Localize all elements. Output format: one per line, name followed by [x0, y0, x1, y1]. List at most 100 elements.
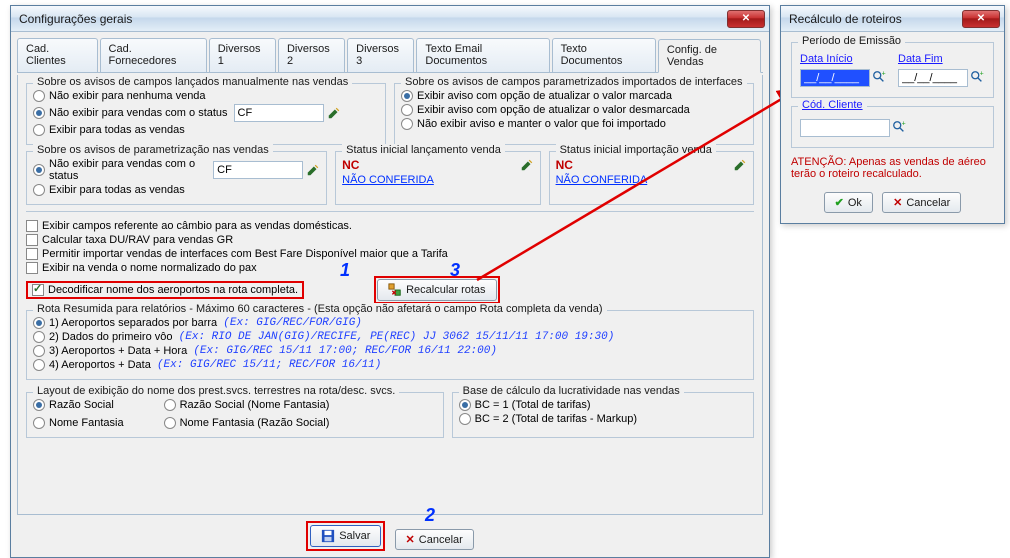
radio-layout-3[interactable] — [164, 399, 176, 411]
radio-label: 4) Aeroportos + Data — [49, 359, 151, 371]
avisos-param-legend: Sobre os avisos de parametrização nas ve… — [33, 144, 273, 156]
cod-cliente-label[interactable]: Cód. Cliente — [798, 99, 867, 111]
recalcular-rotas-button[interactable]: Recalcular rotas — [377, 279, 496, 301]
check-durav[interactable] — [26, 234, 38, 246]
tab-config-vendas[interactable]: Config. de Vendas — [658, 39, 761, 73]
cliente-group: Cód. Cliente + — [791, 106, 994, 148]
cancel-button[interactable]: ✕ Cancelar — [395, 529, 474, 550]
warning-text: ATENÇÃO: Apenas as vendas de aéreo terão… — [791, 156, 994, 180]
radio-base-2[interactable] — [459, 413, 471, 425]
radio-label: Razão Social — [49, 399, 114, 411]
close-icon[interactable]: ✕ — [727, 10, 765, 28]
check-icon: ✔ — [835, 196, 844, 209]
periodo-group: Período de Emissão Data Início + Data Fi… — [791, 42, 994, 98]
edit-icon[interactable] — [733, 158, 747, 172]
radio-int-opt3[interactable] — [401, 118, 413, 130]
base-legend: Base de cálculo da lucratividade nas ven… — [459, 385, 684, 397]
status-input-1[interactable] — [234, 104, 324, 122]
radio-nao-exibir-nenhuma[interactable] — [33, 90, 45, 102]
avisos-interfaces-legend: Sobre os avisos de campos parametrizados… — [401, 76, 747, 88]
callout-2: 2 — [425, 505, 435, 526]
status-imp-legend: Status inicial importação venda — [556, 144, 716, 156]
radio-param-opt1[interactable] — [33, 164, 45, 176]
radio-rota-4[interactable] — [33, 359, 45, 371]
data-fim-input[interactable] — [898, 69, 968, 87]
radio-rota-3[interactable] — [33, 345, 45, 357]
rota-ex3: (Ex: GIG/REC 15/11 17:00; REC/FOR 16/11 … — [193, 345, 497, 357]
radio-label: Exibir aviso com opção de atualizar o va… — [417, 90, 672, 102]
radio-label: Não exibir para nenhuma venda — [49, 90, 206, 102]
radio-rota-1[interactable] — [33, 317, 45, 329]
tab-diversos1[interactable]: Diversos 1 — [209, 38, 276, 72]
edit-icon[interactable] — [520, 158, 534, 172]
avisos-manuais-legend: Sobre os avisos de campos lançados manua… — [33, 76, 352, 88]
ok-button[interactable]: ✔ Ok — [824, 192, 873, 213]
lookup-icon[interactable]: + — [872, 70, 888, 86]
data-inicio-input[interactable] — [800, 69, 870, 87]
radio-label: Exibir para todas as vendas — [49, 124, 185, 136]
svg-text:+: + — [980, 70, 984, 77]
radio-label: 3) Aeroportos + Data + Hora — [49, 345, 187, 357]
lookup-icon[interactable]: + — [970, 70, 986, 86]
check-bestfare[interactable] — [26, 248, 38, 260]
status-lanc-desc[interactable]: NÃO CONFERIDA — [342, 174, 434, 186]
cancel-button[interactable]: ✕ Cancelar — [882, 192, 961, 213]
radio-base-1[interactable] — [459, 399, 471, 411]
radio-exibir-todas[interactable] — [33, 124, 45, 136]
radio-label: BC = 2 (Total de tarifas - Markup) — [475, 413, 637, 425]
status-input-2[interactable] — [213, 161, 303, 179]
lookup-icon[interactable]: + — [892, 120, 908, 136]
data-inicio-label[interactable]: Data Início — [800, 53, 888, 65]
tab-diversos2[interactable]: Diversos 2 — [278, 38, 345, 72]
radio-int-opt1[interactable] — [401, 90, 413, 102]
tab-cad-clientes[interactable]: Cad. Clientes — [17, 38, 98, 72]
status-imp-desc[interactable]: NÃO CONFERIDA — [556, 174, 648, 186]
tab-texto-email[interactable]: Texto Email Documentos — [416, 38, 549, 72]
radio-label: Nome Fantasia — [49, 417, 124, 429]
status-imp-code: NC — [556, 158, 573, 172]
cod-cliente-input[interactable] — [800, 119, 890, 137]
periodo-legend: Período de Emissão — [798, 35, 905, 47]
radio-layout-1[interactable] — [33, 399, 45, 411]
tab-texto-doc[interactable]: Texto Documentos — [552, 38, 656, 72]
edit-icon[interactable] — [306, 163, 320, 177]
checks-group: Exibir campos referente ao câmbio para a… — [26, 211, 754, 304]
save-button[interactable]: Salvar — [310, 525, 381, 547]
tab-diversos3[interactable]: Diversos 3 — [347, 38, 414, 72]
radio-rota-2[interactable] — [33, 331, 45, 343]
check-label: Decodificar nome dos aeroportos na rota … — [48, 284, 298, 296]
check-nomepax[interactable] — [26, 262, 38, 274]
svg-text:+: + — [902, 120, 906, 127]
check-decodificar[interactable] — [32, 284, 44, 296]
highlight-frame-1: Decodificar nome dos aeroportos na rota … — [26, 281, 304, 299]
avisos-interfaces-group: Sobre os avisos de campos parametrizados… — [394, 83, 754, 145]
rota-ex2: (Ex: RIO DE JAN(GIG)/RECIFE, PE(REC) JJ … — [179, 331, 615, 343]
status-lanc-legend: Status inicial lançamento venda — [342, 144, 505, 156]
rota-panel: Rota Resumida para relatórios - Máximo 6… — [26, 310, 754, 380]
radio-int-opt2[interactable] — [401, 104, 413, 116]
radio-nao-exibir-status[interactable] — [33, 107, 45, 119]
cancel-icon: ✕ — [406, 533, 415, 546]
rota-ex1: (Ex: GIG/REC/FOR/GIG) — [223, 317, 362, 329]
base-panel: Base de cálculo da lucratividade nas ven… — [452, 392, 754, 438]
edit-icon[interactable] — [327, 106, 341, 120]
main-window: Configurações gerais ✕ Cad. Clientes Cad… — [10, 5, 770, 558]
close-icon[interactable]: ✕ — [962, 10, 1000, 28]
cancel-icon: ✕ — [893, 196, 902, 209]
radio-label: Exibir para todas as vendas — [49, 184, 185, 196]
cancel-label: Cancelar — [419, 534, 463, 546]
data-fim-label[interactable]: Data Fim — [898, 53, 986, 65]
check-label: Permitir importar vendas de interfaces c… — [42, 248, 448, 260]
rota-ex4: (Ex: GIG/REC 15/11; REC/FOR 16/11) — [157, 359, 381, 371]
radio-layout-4[interactable] — [164, 417, 176, 429]
avisos-manuais-group: Sobre os avisos de campos lançados manua… — [26, 83, 386, 145]
svg-text:+: + — [882, 70, 886, 77]
radio-label: Exibir aviso com opção de atualizar o va… — [417, 104, 690, 116]
tab-cad-fornecedores[interactable]: Cad. Fornecedores — [100, 38, 207, 72]
callout-1: 1 — [340, 260, 350, 281]
main-titlebar: Configurações gerais ✕ — [11, 6, 769, 32]
radio-param-opt2[interactable] — [33, 184, 45, 196]
button-bar: Salvar ✕ Cancelar — [17, 521, 763, 551]
radio-layout-2[interactable] — [33, 417, 45, 429]
check-cambio[interactable] — [26, 220, 38, 232]
